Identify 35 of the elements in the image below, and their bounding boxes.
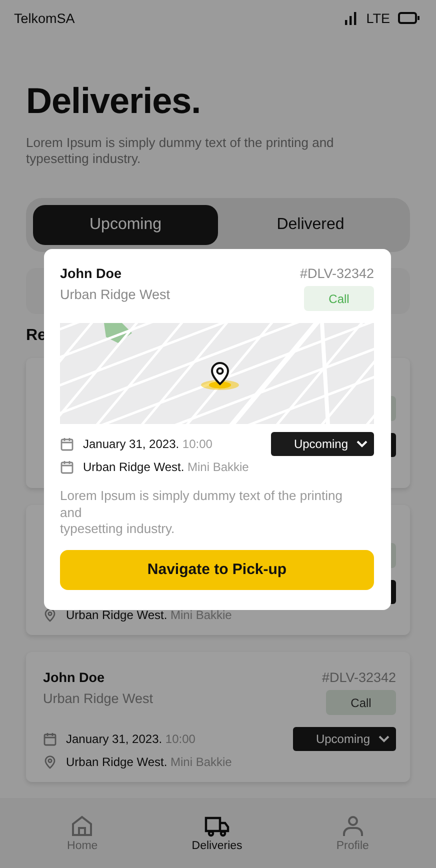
call-button[interactable]: Call xyxy=(326,690,396,715)
page-subtitle: Lorem Ipsum is simply dummy text of the printing and typesetting industry. xyxy=(26,135,335,167)
location-text: Urban Ridge West. Mini Bakkie xyxy=(83,460,249,474)
location-text: Urban Ridge West. Mini Bakkie xyxy=(66,608,232,622)
chevron-down-icon xyxy=(378,735,390,743)
page-title: Deliveries. xyxy=(26,80,202,122)
status-dropdown[interactable]: Upcoming xyxy=(293,727,396,751)
customer-area: Urban Ridge West xyxy=(60,285,170,305)
navigate-button[interactable]: Navigate to Pick-up xyxy=(60,550,374,590)
calendar-icon xyxy=(60,437,74,451)
delivery-id: #DLV-32342 xyxy=(322,669,396,687)
description: Lorem Ipsum is simply dummy text of the printing and typesetting industry. xyxy=(60,488,344,538)
battery-icon xyxy=(398,12,420,24)
location-pin-icon xyxy=(43,755,57,769)
date-time: January 31, 2023. 10:00 xyxy=(66,732,196,746)
status-dropdown[interactable]: Upcoming xyxy=(271,432,374,456)
date-time: January 31, 2023. 10:00 xyxy=(83,437,212,451)
location-pin-icon xyxy=(43,608,57,622)
customer-name: John Doe xyxy=(43,669,106,687)
delivery-id: #DLV-32342 xyxy=(300,265,374,283)
carrier-name: TelkomSA xyxy=(14,10,75,26)
location-text: Urban Ridge West. Mini Bakkie xyxy=(66,755,232,769)
network-type: LTE xyxy=(366,10,390,26)
nav-item[interactable]: Deliveries xyxy=(192,814,242,852)
tab[interactable]: Delivered xyxy=(218,205,403,245)
tab[interactable]: Upcoming xyxy=(33,205,218,245)
calendar-icon xyxy=(60,460,74,474)
signal-icon xyxy=(344,11,358,25)
calendar-icon xyxy=(43,732,57,746)
location-pin-icon xyxy=(200,359,240,391)
customer-name: John Doe xyxy=(60,265,123,283)
customer-area: Urban Ridge West xyxy=(43,689,154,709)
chevron-down-icon xyxy=(356,440,368,448)
truck-icon xyxy=(204,814,230,838)
delivery-card[interactable]: John Doe Urban Ridge West #DLV-32342 Call January 31, 2023. 10:00 Upcoming Urban Ridge West. Mini Bakkie xyxy=(26,652,410,782)
